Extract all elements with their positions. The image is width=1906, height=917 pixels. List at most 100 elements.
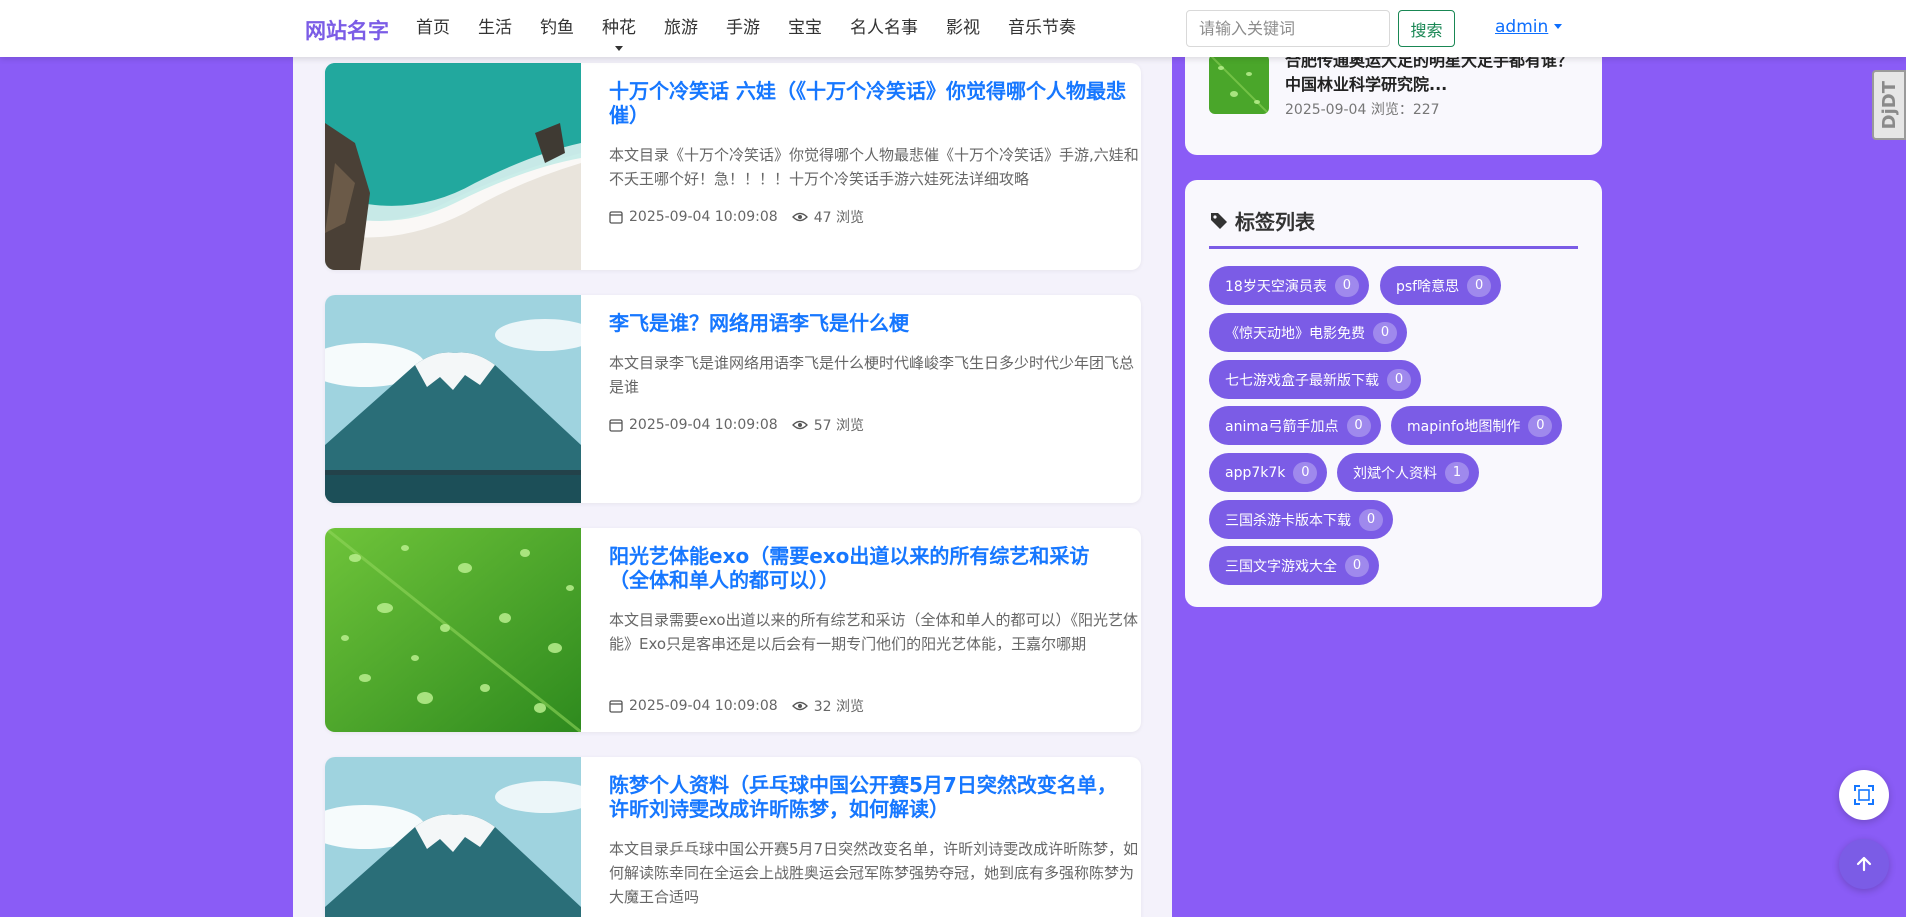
tag-label: 《惊天动地》电影免费 bbox=[1225, 325, 1365, 342]
search-input[interactable] bbox=[1186, 10, 1390, 47]
nav-baby[interactable]: 宝宝 bbox=[774, 0, 836, 57]
tags-divider bbox=[1209, 246, 1578, 249]
tag-label: mapinfo地图制作 bbox=[1407, 418, 1521, 435]
user-menu[interactable]: admin bbox=[1495, 17, 1563, 37]
tag-count: 0 bbox=[1467, 274, 1492, 297]
nav-fishing[interactable]: 钓鱼 bbox=[526, 0, 588, 57]
nav-music[interactable]: 音乐节奏 bbox=[994, 0, 1090, 57]
article-thumbnail[interactable] bbox=[325, 757, 581, 917]
hot-article-meta: 2025-09-04 浏览：227 bbox=[1285, 99, 1440, 119]
chevron-down-icon bbox=[1554, 24, 1563, 29]
tag-label: anima弓箭手加点 bbox=[1225, 418, 1339, 435]
search-button[interactable]: 搜索 bbox=[1398, 10, 1455, 47]
beach-image bbox=[325, 63, 581, 270]
tag-count: 0 bbox=[1293, 461, 1318, 484]
tag-label: 刘斌个人资料 bbox=[1353, 465, 1437, 482]
tag-item[interactable]: psf啥意思 0 bbox=[1380, 266, 1502, 305]
tag-label: app7k7k bbox=[1225, 464, 1286, 481]
tag-item[interactable]: 三国杀游卡版本下载 0 bbox=[1209, 500, 1393, 539]
tag-count: 0 bbox=[1373, 321, 1397, 344]
scan-button[interactable] bbox=[1839, 770, 1889, 820]
scan-icon bbox=[1854, 785, 1874, 805]
article-card[interactable]: 阳光艺体能exo（需要exo出道以来的所有综艺和采访（全体和单人的都可以）） 本… bbox=[325, 528, 1141, 732]
article-date: 2025-09-04 10:09:08 bbox=[629, 417, 778, 433]
tag-item[interactable]: 《惊天动地》电影免费 0 bbox=[1209, 313, 1407, 352]
nav-flowers-label: 种花 bbox=[602, 18, 636, 38]
debug-toolbar-label: DjDT bbox=[1878, 80, 1900, 130]
tag-item[interactable]: 七七游戏盒子最新版下载 0 bbox=[1209, 360, 1421, 399]
leaf-image bbox=[325, 528, 581, 732]
tag-item[interactable]: 刘斌个人资料 1 bbox=[1337, 453, 1479, 492]
article-meta: 2025-09-04 10:09:08 47 浏览 bbox=[609, 207, 864, 227]
article-title[interactable]: 陈梦个人资料（乒乓球中国公开赛5月7日突然改变名单，许昕刘诗雯改成许昕陈梦，如何… bbox=[609, 773, 1129, 821]
mount-fuji-image bbox=[325, 757, 581, 917]
article-title[interactable]: 李飞是谁？网络用语李飞是什么梗 bbox=[609, 311, 1129, 335]
tag-label: 三国杀游卡版本下载 bbox=[1225, 512, 1351, 529]
tag-item[interactable]: 18岁天空演员表 0 bbox=[1209, 266, 1369, 305]
tag-count: 1 bbox=[1445, 461, 1469, 484]
article-title[interactable]: 阳光艺体能exo（需要exo出道以来的所有综艺和采访（全体和单人的都可以）） bbox=[609, 544, 1129, 592]
site-logo[interactable]: 网站名字 bbox=[305, 15, 389, 45]
nav-home[interactable]: 首页 bbox=[402, 0, 464, 57]
chevron-down-icon bbox=[615, 46, 623, 51]
tag-label: 三国文字游戏大全 bbox=[1225, 558, 1337, 575]
tag-item[interactable]: 三国文字游戏大全 0 bbox=[1209, 546, 1379, 585]
tag-label: 七七游戏盒子最新版下载 bbox=[1225, 372, 1379, 389]
eye-icon bbox=[791, 420, 808, 430]
nav-movies[interactable]: 影视 bbox=[932, 0, 994, 57]
article-meta: 2025-09-04 10:09:08 32 浏览 bbox=[609, 696, 864, 716]
calendar-icon bbox=[609, 419, 623, 432]
article-excerpt: 本文目录需要exo出道以来的所有综艺和采访（全体和单人的都可以）《阳光艺体能》E… bbox=[609, 611, 1139, 653]
nav-celebrities[interactable]: 名人名事 bbox=[836, 0, 932, 57]
article-date: 2025-09-04 10:09:08 bbox=[629, 209, 778, 225]
article-thumbnail[interactable] bbox=[325, 295, 581, 503]
eye-icon bbox=[791, 212, 808, 222]
article-views: 32 浏览 bbox=[813, 699, 864, 715]
nav-flowers[interactable]: 种花 bbox=[588, 0, 650, 57]
top-navbar: 网站名字 首页 生活 钓鱼 种花 旅游 手游 宝宝 名人名事 影视 音乐节奏 搜… bbox=[0, 0, 1906, 57]
tag-label: 18岁天空演员表 bbox=[1225, 278, 1327, 295]
article-excerpt: 本文目录李飞是谁网络用语李飞是什么梗时代峰峻李飞生日多少时代少年团飞总是谁 bbox=[609, 354, 1135, 396]
mount-fuji-image bbox=[325, 295, 581, 503]
tag-count: 0 bbox=[1345, 554, 1369, 577]
debug-toolbar-handle[interactable]: DjDT bbox=[1872, 70, 1906, 140]
article-views: 57 浏览 bbox=[813, 418, 864, 434]
hot-article-views: 浏览：227 bbox=[1370, 102, 1440, 118]
nav-travel[interactable]: 旅游 bbox=[650, 0, 712, 57]
tag-item[interactable]: mapinfo地图制作 0 bbox=[1391, 406, 1563, 445]
tag-count: 0 bbox=[1346, 414, 1371, 437]
tag-count: 0 bbox=[1334, 274, 1359, 297]
tag-label: psf啥意思 bbox=[1396, 278, 1460, 295]
article-title[interactable]: 十万个冷笑话 六娃（《十万个冷笑话》你觉得哪个人物最悲催） bbox=[609, 79, 1129, 127]
article-excerpt: 本文目录乒乓球中国公开赛5月7日突然改变名单，许昕刘诗雯改成许昕陈梦，如何解读陈… bbox=[609, 840, 1139, 906]
tags-card: 标签列表 18岁天空演员表 0 psf啥意思 0 《惊天动地》电影免费 0 七七游戏盒… bbox=[1185, 180, 1602, 607]
tag-count: 0 bbox=[1359, 508, 1383, 531]
nav-life[interactable]: 生活 bbox=[464, 0, 526, 57]
article-card[interactable]: 十万个冷笑话 六娃（《十万个冷笑话》你觉得哪个人物最悲催） 本文目录《十万个冷笑… bbox=[325, 63, 1141, 270]
tags-icon bbox=[1211, 212, 1227, 229]
nav-mobile-games[interactable]: 手游 bbox=[712, 0, 774, 57]
article-meta: 2025-09-04 10:09:08 57 浏览 bbox=[609, 415, 864, 435]
tag-item[interactable]: anima弓箭手加点 0 bbox=[1209, 406, 1381, 445]
article-date: 2025-09-04 10:09:08 bbox=[629, 698, 778, 714]
user-name: admin bbox=[1495, 17, 1549, 37]
calendar-icon bbox=[609, 700, 623, 713]
calendar-icon bbox=[609, 211, 623, 224]
tags-title: 标签列表 bbox=[1235, 210, 1315, 234]
back-to-top-button[interactable] bbox=[1839, 839, 1889, 889]
tags-heading: 标签列表 bbox=[1209, 206, 1315, 235]
leaf-image bbox=[1209, 54, 1269, 114]
hot-article-date: 2025-09-04 bbox=[1285, 102, 1367, 118]
arrow-up-icon bbox=[1856, 856, 1872, 872]
tag-item[interactable]: app7k7k 0 bbox=[1209, 453, 1328, 492]
eye-icon bbox=[791, 701, 808, 711]
article-thumbnail[interactable] bbox=[325, 63, 581, 270]
hot-article-thumbnail[interactable] bbox=[1209, 54, 1269, 114]
article-thumbnail[interactable] bbox=[325, 528, 581, 732]
article-card[interactable]: 陈梦个人资料（乒乓球中国公开赛5月7日突然改变名单，许昕刘诗雯改成许昕陈梦，如何… bbox=[325, 757, 1141, 917]
article-card[interactable]: 李飞是谁？网络用语李飞是什么梗 本文目录李飞是谁网络用语李飞是什么梗时代峰峻李飞… bbox=[325, 295, 1141, 503]
tag-count: 0 bbox=[1387, 368, 1411, 391]
article-excerpt: 本文目录《十万个冷笑话》你觉得哪个人物最悲催《十万个冷笑话》手游,六娃和不夭王哪… bbox=[609, 146, 1139, 188]
main-nav: 首页 生活 钓鱼 种花 旅游 手游 宝宝 名人名事 影视 音乐节奏 bbox=[402, 0, 1090, 57]
article-views: 47 浏览 bbox=[813, 210, 864, 226]
